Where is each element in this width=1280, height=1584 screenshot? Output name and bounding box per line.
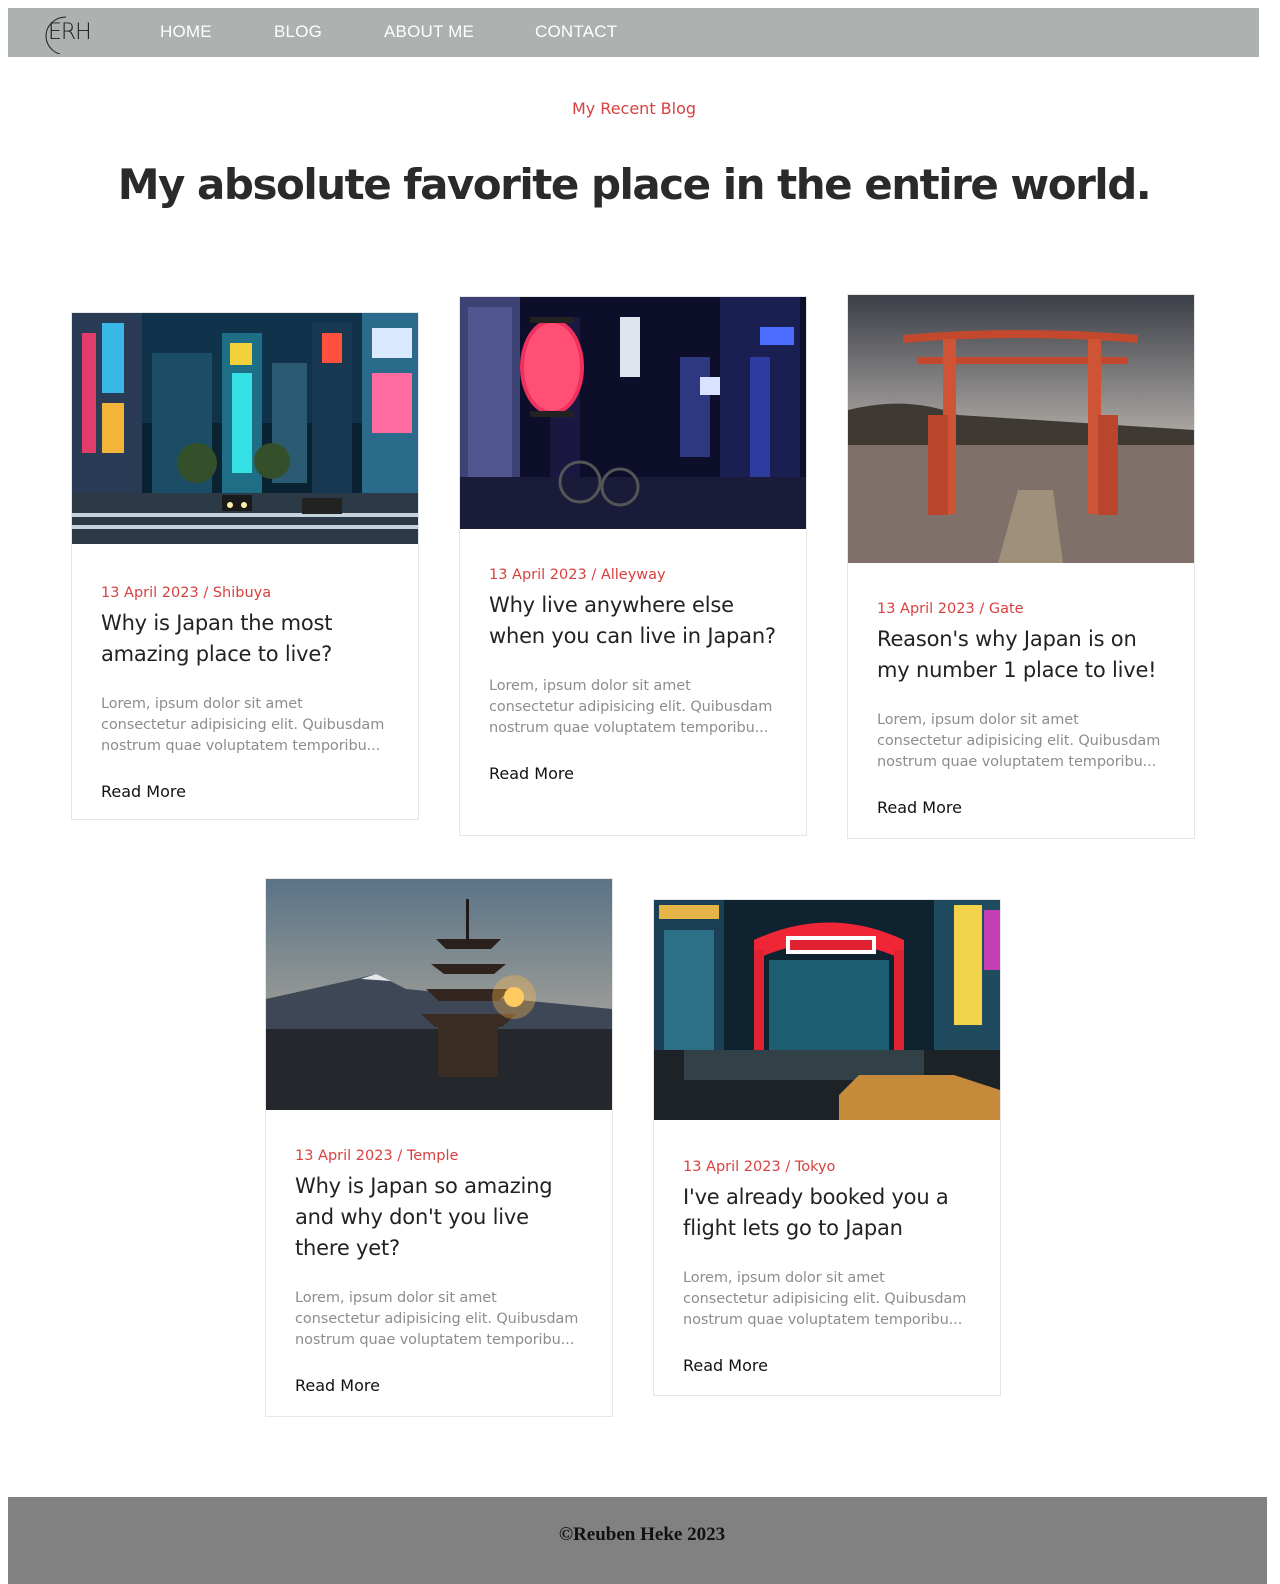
card-date: 13 April 2023 [295,1148,393,1164]
nav-blog[interactable]: BLOG [274,22,322,42]
card-title[interactable]: Reason's why Japan is on my number 1 pla… [877,624,1165,686]
blog-card-shibuya: 13 April 2023 / Shibuya Why is Japan the… [71,312,419,820]
card-date: 13 April 2023 [101,585,199,601]
read-more-link[interactable]: Read More [489,764,574,783]
card-excerpt: Lorem, ipsum dolor sit amet consectetur … [489,678,773,736]
card-category[interactable]: Temple [407,1148,459,1164]
logo-text: ERH [48,20,92,45]
card-meta: 13 April 2023 / Alleyway [489,567,666,583]
card-category[interactable]: Tokyo [795,1159,836,1175]
card-excerpt: Lorem, ipsum dolor sit amet consectetur … [295,1290,579,1348]
card-image-temple[interactable] [266,879,612,1110]
footer: ©Reuben Heke 2023 [8,1497,1267,1584]
card-category[interactable]: Alleyway [601,567,666,583]
read-more-link[interactable]: Read More [101,782,186,801]
card-date: 13 April 2023 [489,567,587,583]
nav-home[interactable]: HOME [160,22,212,42]
card-title[interactable]: Why is Japan the most amazing place to l… [101,608,389,670]
card-meta: 13 April 2023 / Shibuya [101,585,272,601]
card-excerpt: Lorem, ipsum dolor sit amet consectetur … [683,1270,967,1328]
card-title[interactable]: I've already booked you a flight lets go… [683,1182,971,1244]
site-logo[interactable]: ERH [36,12,92,56]
card-date: 13 April 2023 [683,1159,781,1175]
card-excerpt: Lorem, ipsum dolor sit amet consectetur … [101,696,385,754]
card-meta: 13 April 2023 / Temple [295,1148,459,1164]
card-title[interactable]: Why live anywhere else when you can live… [489,590,777,652]
read-more-link[interactable]: Read More [295,1376,380,1395]
card-image-alleyway[interactable] [460,297,806,529]
card-category[interactable]: Gate [989,601,1024,617]
blog-card-temple: 13 April 2023 / Temple Why is Japan so a… [265,878,613,1417]
blog-card-tokyo: 13 April 2023 / Tokyo I've already booke… [653,899,1001,1396]
card-meta: 13 April 2023 / Gate [877,601,1024,617]
card-excerpt: Lorem, ipsum dolor sit amet consectetur … [877,712,1161,770]
read-more-link[interactable]: Read More [683,1356,768,1375]
nav-about-me[interactable]: ABOUT ME [384,22,474,42]
card-category[interactable]: Shibuya [213,585,271,601]
card-date: 13 April 2023 [877,601,975,617]
card-image-gate[interactable] [848,295,1194,563]
section-subtitle: My Recent Blog [571,99,697,118]
blog-card-alleyway: 13 April 2023 / Alleyway Why live anywhe… [459,296,807,836]
footer-copyright: ©Reuben Heke 2023 [558,1524,726,1545]
page-title: My absolute favorite place in the entire… [117,160,1152,209]
read-more-link[interactable]: Read More [877,798,962,817]
card-meta: 13 April 2023 / Tokyo [683,1159,836,1175]
blog-card-gate: 13 April 2023 / Gate Reason's why Japan … [847,294,1195,839]
card-title[interactable]: Why is Japan so amazing and why don't yo… [295,1171,583,1264]
navbar: ERH HOME BLOG ABOUT ME CONTACT [8,8,1259,57]
nav-contact[interactable]: CONTACT [535,22,617,42]
card-image-tokyo[interactable] [654,900,1000,1120]
card-image-shibuya[interactable] [72,313,418,544]
